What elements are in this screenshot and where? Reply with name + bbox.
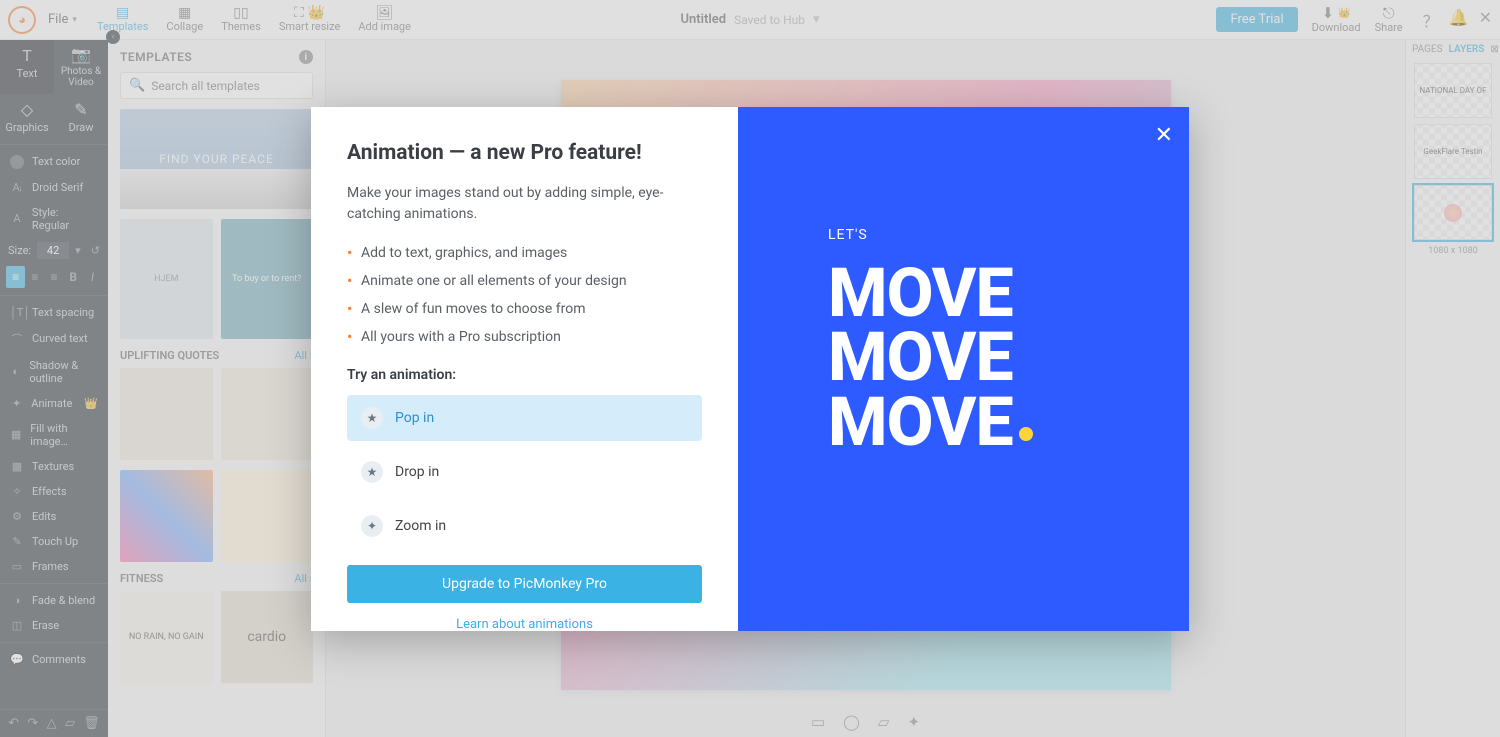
bullet: A slew of fun moves to choose from	[347, 295, 702, 323]
modal-lead: Make your images stand out by adding sim…	[347, 183, 702, 225]
modal-overlay: ✕ Animation — a new Pro feature! Make yo…	[0, 0, 1500, 737]
bullet: Animate one or all elements of your desi…	[347, 267, 702, 295]
preview-text: LET'S MOVE MOVE MOVE	[828, 227, 1033, 455]
try-label: Try an animation:	[347, 367, 702, 383]
popin-icon: ★	[361, 407, 383, 429]
modal-preview: LET'S MOVE MOVE MOVE	[738, 107, 1189, 631]
animation-modal: ✕ Animation — a new Pro feature! Make yo…	[311, 107, 1189, 631]
modal-title: Animation — a new Pro feature!	[347, 141, 702, 165]
zoomin-icon: ✦	[361, 515, 383, 537]
bullet: Add to text, graphics, and images	[347, 239, 702, 267]
animation-option-dropin[interactable]: ★ Drop in	[347, 449, 702, 495]
close-icon[interactable]: ✕	[1155, 123, 1173, 148]
animation-option-zoomin[interactable]: ✦ Zoom in	[347, 503, 702, 549]
modal-bullets: Add to text, graphics, and images Animat…	[347, 239, 702, 351]
upgrade-button[interactable]: Upgrade to PicMonkey Pro	[347, 565, 702, 603]
animation-option-popin[interactable]: ★ Pop in	[347, 395, 702, 441]
bullet: All yours with a Pro subscription	[347, 323, 702, 351]
learn-link[interactable]: Learn about animations	[347, 617, 702, 632]
dot-icon	[1019, 427, 1033, 441]
modal-content: Animation — a new Pro feature! Make your…	[311, 107, 738, 631]
dropin-icon: ★	[361, 461, 383, 483]
